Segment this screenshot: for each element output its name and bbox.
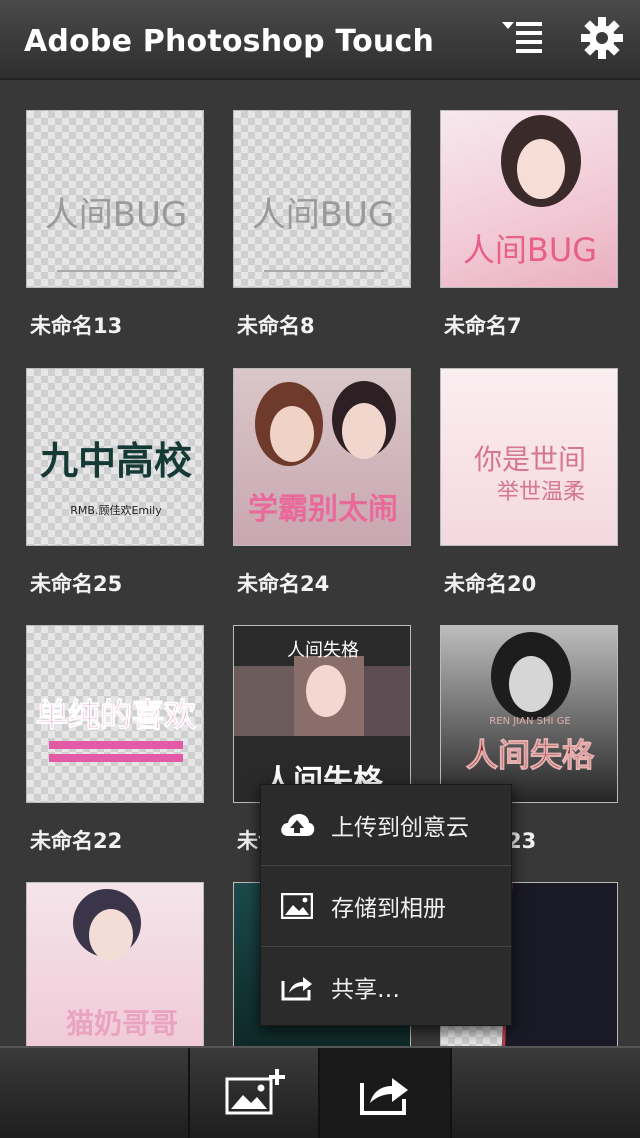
menu-item-label: 上传到创意云 [331,815,469,841]
menu-item-label: 存储到相册 [331,896,446,922]
top-bar: Adobe Photoshop Touch [0,0,640,80]
svg-text:人间失格: 人间失格 [287,640,359,661]
thumbnail-image: 九中高校 RMB.顾佳欢Emily [40,439,192,517]
thumbnail-image: REN JIAN SHI GE 人间失格 [465,632,595,775]
toolbar-divider [450,1048,452,1138]
svg-text:人间BUG: 人间BUG [463,231,597,269]
project-name: 未命名8 [237,314,315,338]
svg-text:人间失格: 人间失格 [466,736,595,774]
svg-text:REN JIAN SHI GE: REN JIAN SHI GE [489,716,570,727]
svg-text:单纯的喜欢: 单纯的喜欢 [36,696,197,734]
project-name: 未命名24 [237,572,330,596]
project-thumbnail[interactable]: 九中高校 RMB.顾佳欢Emily [26,368,204,546]
bottom-toolbar [0,1046,640,1138]
app-title: Adobe Photoshop Touch [24,24,435,59]
project-thumbnail[interactable]: 学霸别太闹 [233,368,411,546]
svg-text:猫奶哥哥: 猫奶哥哥 [66,1007,178,1040]
project-name: 未命名22 [30,829,123,853]
share-button[interactable] [320,1048,450,1138]
project-thumbnail[interactable]: 你是世间 举世温柔 [440,368,618,546]
thumbnail-image: 猫奶哥哥 [66,889,178,1040]
project-name: 未命名25 [30,572,123,596]
svg-text:人间BUG: 人间BUG [45,195,188,235]
thumbnail-image: 人间失格 人间失格 [234,640,410,799]
save-to-album-item[interactable]: 存储到相册 [261,866,511,946]
add-image-icon [225,1069,285,1115]
svg-text:RMB.顾佳欢Emily: RMB.顾佳欢Emily [70,503,162,517]
project-name: 未命名7 [444,314,522,338]
svg-text:学霸别太闹: 学霸别太闹 [248,492,398,527]
list-view-button[interactable] [496,14,548,66]
context-menu: 上传到创意云 存储到相册 共享… [260,784,512,1026]
project-thumbnail[interactable]: 人间BUG [440,110,618,288]
project-name: 未命名20 [444,572,537,596]
project-thumbnail[interactable]: 人间BUG [233,110,411,288]
svg-text:人间BUG: 人间BUG [252,195,395,235]
thumbnail-image: 人间BUG [252,195,395,272]
new-project-button[interactable] [190,1048,320,1138]
share-item[interactable]: 共享… [261,947,511,1027]
gear-icon [581,17,623,59]
project-thumbnail[interactable]: REN JIAN SHI GE 人间失格 [440,625,618,803]
thumbnail-image: 学霸别太闹 [248,381,398,527]
svg-text:举世温柔: 举世温柔 [497,480,585,505]
project-thumbnail[interactable]: 人间BUG [26,110,204,288]
thumbnail-image: 人间BUG [45,195,188,272]
thumbnail-image: 单纯的喜欢 [35,696,197,762]
menu-item-label: 共享… [331,977,400,1003]
image-icon [279,892,315,920]
share-icon [279,973,315,1001]
settings-button[interactable] [578,14,626,62]
share-icon [360,1078,408,1115]
svg-text:你是世间: 你是世间 [474,443,586,476]
list-view-icon [502,22,542,53]
cloud-upload-icon [279,811,315,839]
project-thumbnail[interactable]: 猫奶哥哥 [26,882,204,1046]
project-thumbnail[interactable]: 人间失格 人间失格 [233,625,411,803]
thumbnail-image: 人间BUG [463,115,597,269]
thumbnail-image: 你是世间 举世温柔 [474,443,586,505]
upload-to-creative-cloud-item[interactable]: 上传到创意云 [261,785,511,865]
svg-text:九中高校: 九中高校 [40,439,192,483]
project-thumbnail[interactable]: 单纯的喜欢 [26,625,204,803]
project-name: 未命名13 [30,314,123,338]
